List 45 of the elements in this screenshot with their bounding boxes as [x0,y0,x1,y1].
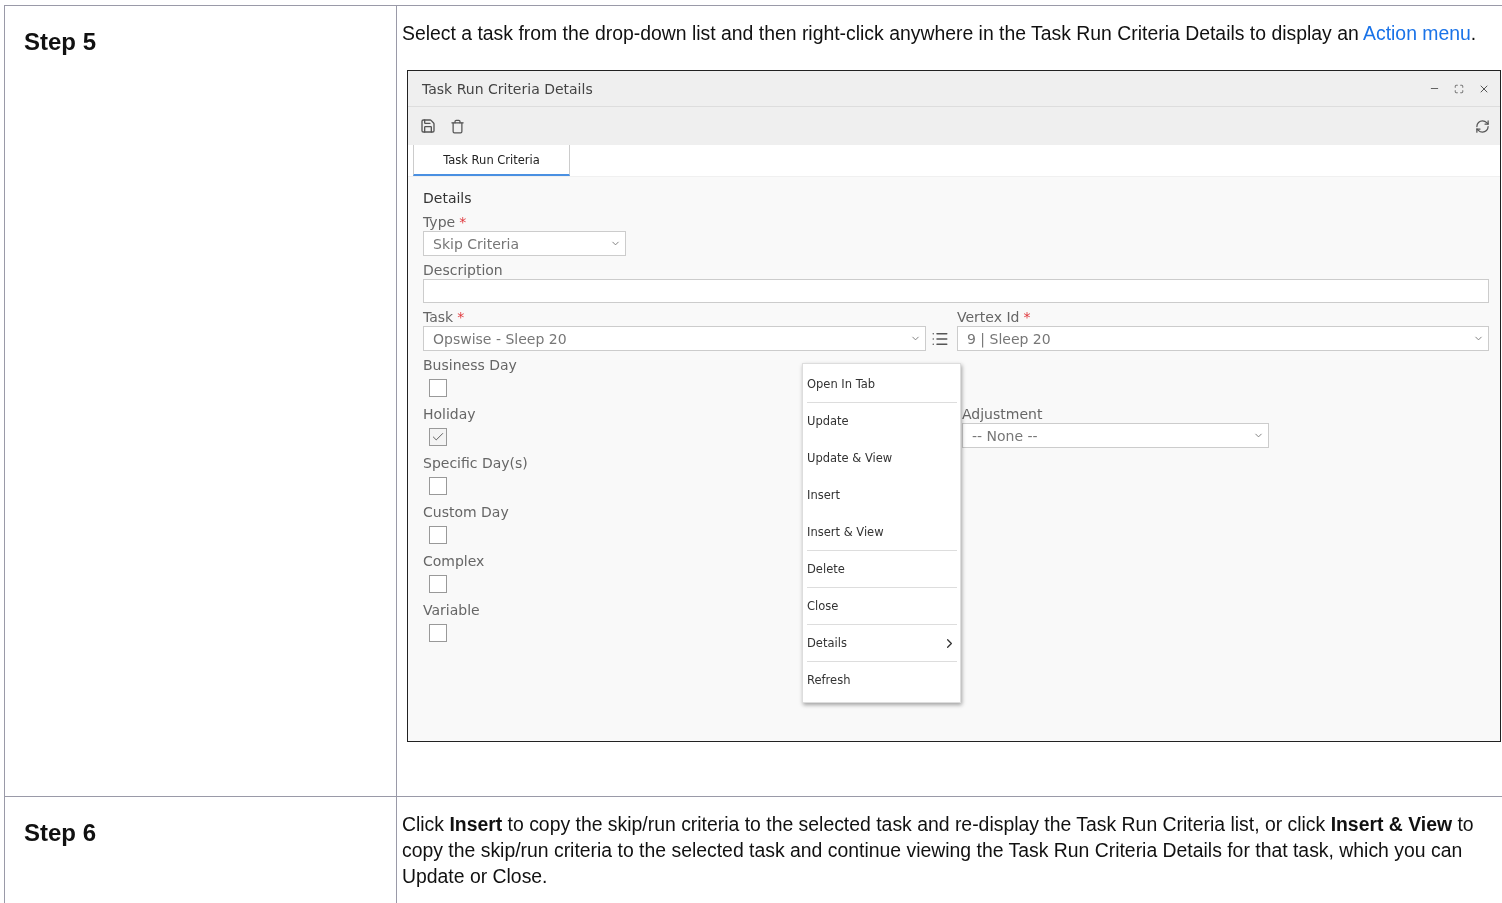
type-select[interactable]: Skip Criteria [423,231,626,256]
checkbox-label: Specific Day(s) [423,455,528,472]
tab[interactable]: Task Run Criteria [413,145,570,176]
checkbox-label: Business Day [423,357,517,374]
checkbox[interactable] [429,428,447,446]
adjustment-select[interactable]: -- None -- [962,423,1269,448]
field-label: Description [423,262,503,279]
menu-item[interactable]: Open In Tab [807,366,957,403]
checkbox[interactable] [429,379,447,397]
trash-icon[interactable] [450,118,465,134]
refresh-icon[interactable] [1475,118,1490,134]
checkbox[interactable] [429,477,447,495]
menu-item[interactable]: Delete [807,551,957,588]
section-title: Details [423,190,473,206]
field-label: Vertex Id * [957,309,1031,326]
window-title: Task Run Criteria Details [422,80,594,97]
check-icon [431,430,445,444]
menu-item[interactable]: Details [807,625,957,662]
menu-item[interactable]: Close [807,588,957,625]
step-label: Step 6 [24,819,97,847]
description-input[interactable] [423,279,1489,303]
checkbox[interactable] [429,624,447,642]
vertex-select[interactable]: 9 | Sleep 20 [957,326,1489,351]
menu-item[interactable]: Insert & View [807,514,957,551]
step-description: Select a task from the drop-down list and then right-click anywhere in the Task Run Criteria Details to display an Action menu. [402,21,1478,46]
menu-item[interactable]: Update [807,403,957,440]
checkbox-label: Holiday [423,406,476,423]
checkbox-label: Complex [423,553,485,570]
action-menu-link[interactable]: Action menu [1363,22,1471,44]
step-description: Click Insert to copy the skip/run criteria to the selected task and re-display the Task Run Criteria list, or click Insert & View to copy the skip/run criteria to the selected task and continue viewing the Task Run Criteria Details for that task, which you can Update or Close. [402,812,1475,889]
field-label: Task * [423,309,465,326]
step-label: Step 5 [24,28,97,56]
menu-item[interactable]: Insert [807,477,957,514]
checkbox[interactable] [429,526,447,544]
checkbox[interactable] [429,575,447,593]
list-icon[interactable] [931,330,949,348]
save-icon[interactable] [420,118,436,134]
task-select[interactable]: Opswise - Sleep 20 [423,326,926,351]
menu-item[interactable]: Update & View [807,440,957,477]
checkbox-label: Variable [423,602,480,619]
maximize-icon[interactable] [1454,83,1464,94]
field-label: Adjustment [962,406,1043,423]
menu-item[interactable]: Refresh [807,662,957,699]
checkbox-label: Custom Day [423,504,509,521]
field-label: Type * [423,214,467,231]
